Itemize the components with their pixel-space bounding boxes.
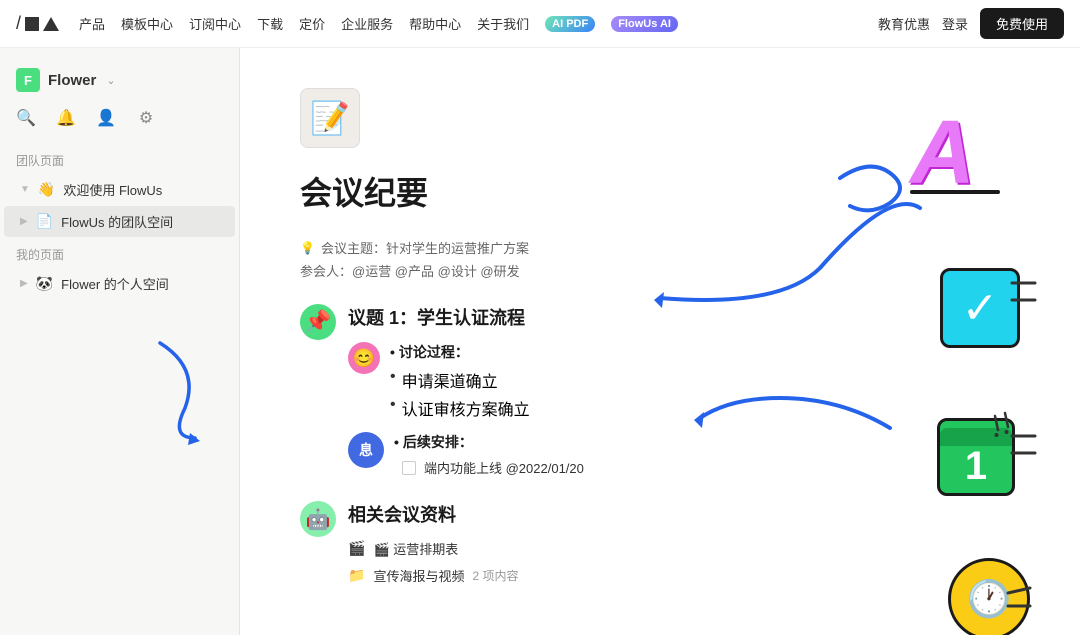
navbar: / 产品 模板中心 订阅中心 下载 定价 企业服务 帮助中心 关于我们 AI P… — [0, 0, 1080, 48]
doc-thumbnail: 📝 — [300, 88, 360, 148]
sub-title-discussion: 讨论过程： — [390, 342, 530, 362]
task1-text: 端内功能上线 @2022/01/20 — [424, 458, 584, 477]
nav-flowus-ai[interactable]: FlowUs AI — [611, 16, 678, 32]
sidebar-header: F Flower ⌄ — [0, 60, 239, 104]
section1-row: 📌 议题 1：学生认证流程 😊 讨论过程： 申请渠道确立 认证审核方案确立 — [300, 304, 880, 481]
sticker-checkbox: ✓ — [940, 268, 1020, 348]
chevron-down-icon: ⌄ — [106, 74, 115, 87]
avatar-emoji: 😊 — [348, 342, 380, 374]
sidebar-welcome-label: 欢迎使用 FlowUs — [63, 180, 162, 199]
nav-enterprise[interactable]: 企业服务 — [341, 14, 393, 33]
search-icon[interactable]: 🔍 — [16, 108, 36, 128]
checkbox-task1[interactable] — [402, 461, 416, 475]
user-icon[interactable]: 👤 — [96, 108, 116, 128]
nav-links: 产品 模板中心 订阅中心 下载 定价 企业服务 帮助中心 关于我们 AI PDF… — [79, 14, 678, 33]
sidebar-item-team-space[interactable]: ▶ 📄 FlowUs 的团队空间 — [4, 206, 235, 237]
calendar-number: 1 — [965, 446, 987, 486]
sticker-calendar: 1 — [937, 418, 1015, 496]
calendar-box: 1 — [937, 418, 1015, 496]
avatar-robot: 🤖 — [300, 501, 336, 537]
document-body: 📝 会议纪要 💡 会议主题：针对学生的运营推广方案 参会人：@运营 @产品 @设… — [240, 48, 940, 635]
logo-square — [25, 17, 39, 31]
related-item2-count: 2 项内容 — [472, 567, 518, 584]
sidebar-personal-label: Flower 的个人空间 — [61, 274, 169, 293]
section1-title: 议题 1：学生认证流程 — [348, 304, 880, 330]
sub-title-followup: 后续安排： — [394, 432, 584, 452]
bullet-text-1: 申请渠道确立 — [402, 368, 498, 392]
settings-icon[interactable]: ⚙ — [136, 108, 156, 128]
video-icon: 🎬 — [348, 540, 365, 557]
nav-login[interactable]: 登录 — [942, 14, 968, 33]
nav-ai-pdf[interactable]: AI PDF — [545, 16, 595, 32]
nav-right: 教育优惠 登录 免费使用 — [878, 8, 1064, 39]
sidebar-logo-letter: F — [24, 73, 32, 88]
nav-edu[interactable]: 教育优惠 — [878, 14, 930, 33]
nav-about[interactable]: 关于我们 — [477, 14, 529, 33]
nav-free-button[interactable]: 免费使用 — [980, 8, 1064, 39]
nav-download[interactable]: 下载 — [257, 14, 283, 33]
logo[interactable]: / — [16, 13, 59, 34]
discussion-section: 讨论过程： 申请渠道确立 认证审核方案确立 — [390, 342, 530, 424]
folder-icon: 📁 — [348, 567, 365, 584]
related-item1-text: 🎬 运营排期表 — [373, 539, 458, 558]
calendar-top-bar — [940, 428, 1012, 446]
content-area: 📝 会议纪要 💡 会议主题：针对学生的运营推广方案 参会人：@运营 @产品 @设… — [240, 48, 1080, 635]
chevron-right-icon-3: ▶ — [20, 278, 28, 289]
sticker-clock: 🕐 — [948, 558, 1030, 635]
sidebar-item-welcome[interactable]: ▼ 👋 欢迎使用 FlowUs — [4, 174, 235, 205]
task-row-1: 端内功能上线 @2022/01/20 — [402, 458, 584, 477]
chevron-right-icon: ▼ — [20, 184, 30, 195]
logo-slash: / — [16, 13, 21, 34]
sidebar-workspace-name: Flower — [48, 72, 96, 89]
checkmark-icon: ✓ — [962, 283, 999, 334]
section2-title: 相关会议资料 — [348, 501, 880, 527]
related-item2-text: 宣传海报与视频 — [373, 566, 464, 585]
nav-product[interactable]: 产品 — [79, 14, 105, 33]
bullet-2: 认证审核方案确立 — [390, 396, 530, 420]
doc-topic-text: 会议主题：针对学生的运营推广方案 — [321, 238, 529, 257]
welcome-icon: 👋 — [38, 181, 55, 198]
avatar-xi: 息 — [348, 432, 384, 468]
related-item-2: 📁 宣传海报与视频 2 项内容 — [348, 566, 880, 585]
doc-attendees-text: 参会人：@运营 @产品 @设计 @研发 — [300, 261, 520, 280]
doc-icon: 📄 — [36, 213, 53, 230]
checkbox-box: ✓ — [940, 268, 1020, 348]
section2-row: 🤖 相关会议资料 🎬 🎬 运营排期表 📁 宣传海报与视频 2 项内容 — [300, 501, 880, 593]
followup-section: 后续安排： 端内功能上线 @2022/01/20 — [394, 432, 584, 481]
section2-content: 相关会议资料 🎬 🎬 运营排期表 📁 宣传海报与视频 2 项内容 — [348, 501, 880, 593]
bullet-text-2: 认证审核方案确立 — [402, 396, 530, 420]
team-section-label: 团队页面 — [0, 144, 239, 173]
section1-content: 议题 1：学生认证流程 😊 讨论过程： 申请渠道确立 认证审核方案确立 — [348, 304, 880, 481]
bullet-1: 申请渠道确立 — [390, 368, 530, 392]
doc-meta-topic: 💡 会议主题：针对学生的运营推广方案 — [300, 238, 880, 257]
sidebar-icon-row: 🔍 🔔 👤 ⚙ — [0, 104, 239, 144]
sidebar-team-space-label: FlowUs 的团队空间 — [61, 212, 173, 231]
clock-circle: 🕐 — [948, 558, 1030, 635]
logo-triangle — [43, 17, 59, 31]
nav-template[interactable]: 模板中心 — [121, 14, 173, 33]
lightbulb-icon: 💡 — [300, 241, 315, 255]
clock-icon: 🕐 — [967, 578, 1012, 620]
doc-meta: 💡 会议主题：针对学生的运营推广方案 参会人：@运营 @产品 @设计 @研发 — [300, 238, 880, 280]
avatar-green: 📌 — [300, 304, 336, 340]
sidebar: F Flower ⌄ 🔍 🔔 👤 ⚙ 团队页面 ▼ 👋 欢迎使用 FlowUs … — [0, 48, 240, 635]
sidebar-item-personal-space[interactable]: ▶ 🐼 Flower 的个人空间 — [4, 268, 235, 299]
nav-help[interactable]: 帮助中心 — [409, 14, 461, 33]
nav-pricing[interactable]: 定价 — [299, 14, 325, 33]
main-layout: F Flower ⌄ 🔍 🔔 👤 ⚙ 团队页面 ▼ 👋 欢迎使用 FlowUs … — [0, 48, 1080, 635]
sidebar-logo: F — [16, 68, 40, 92]
my-section-label: 我的页面 — [0, 238, 239, 267]
personal-icon: 🐼 — [36, 275, 53, 292]
doc-title: 会议纪要 — [300, 168, 880, 214]
bell-icon[interactable]: 🔔 — [56, 108, 76, 128]
nav-order[interactable]: 订阅中心 — [189, 14, 241, 33]
doc-meta-attendees: 参会人：@运营 @产品 @设计 @研发 — [300, 261, 880, 280]
related-item-1: 🎬 🎬 运营排期表 — [348, 539, 880, 558]
chevron-right-icon-2: ▶ — [20, 216, 28, 227]
